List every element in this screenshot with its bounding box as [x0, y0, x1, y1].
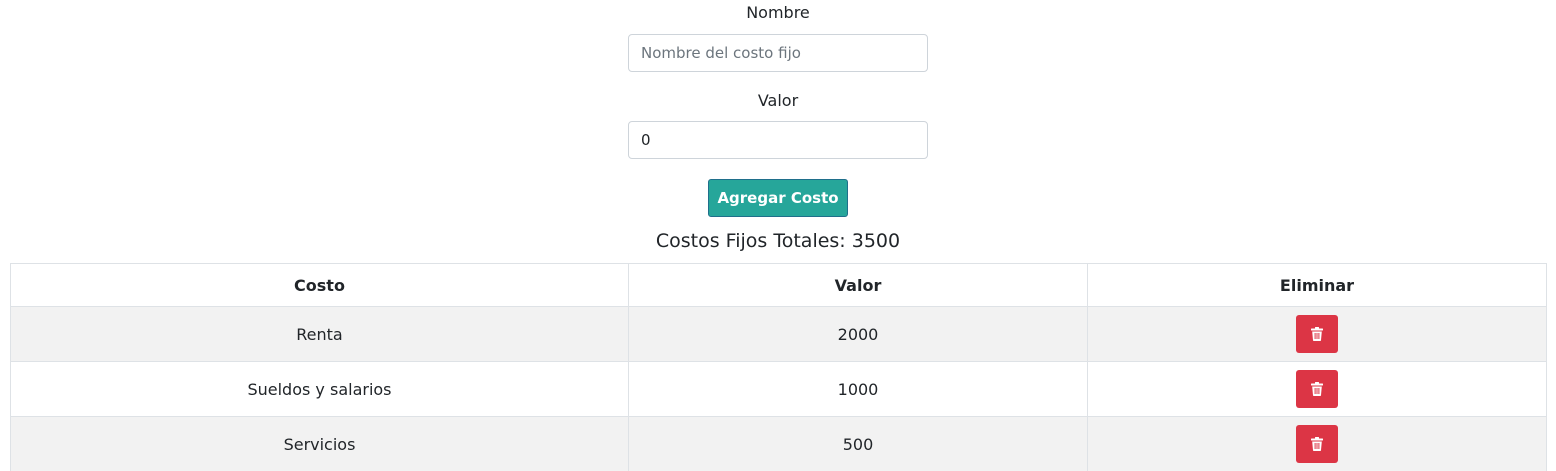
- table-row: Sueldos y salarios 1000: [10, 361, 1547, 417]
- column-header-valor: Valor: [628, 263, 1088, 307]
- cost-name-cell: Renta: [10, 306, 629, 362]
- delete-button[interactable]: [1296, 425, 1338, 463]
- table-row: Renta 2000: [10, 306, 1547, 362]
- cost-name-cell: Servicios: [10, 416, 629, 471]
- add-cost-button[interactable]: Agregar Costo: [708, 179, 848, 217]
- nombre-input[interactable]: [628, 34, 928, 72]
- trash-icon: [1311, 437, 1323, 451]
- valor-label: Valor: [757, 91, 799, 110]
- table-row: Servicios 500: [10, 416, 1547, 471]
- table-header-row: Costo Valor Eliminar: [10, 263, 1547, 307]
- trash-icon: [1311, 382, 1323, 396]
- column-header-costo: Costo: [10, 263, 629, 307]
- delete-button[interactable]: [1296, 370, 1338, 408]
- valor-input[interactable]: [628, 121, 928, 159]
- nombre-label: Nombre: [746, 3, 810, 22]
- delete-button[interactable]: [1296, 315, 1338, 353]
- cost-value-cell: 2000: [628, 306, 1088, 362]
- trash-icon: [1311, 327, 1323, 341]
- delete-cell: [1087, 416, 1547, 471]
- delete-cell: [1087, 361, 1547, 417]
- cost-value-cell: 1000: [628, 361, 1088, 417]
- costs-table: Costo Valor Eliminar Renta 2000 Sueldos …: [10, 263, 1547, 471]
- cost-value-cell: 500: [628, 416, 1088, 471]
- total-fixed-costs: Costos Fijos Totales: 3500: [655, 230, 901, 252]
- cost-name-cell: Sueldos y salarios: [10, 361, 629, 417]
- delete-cell: [1087, 306, 1547, 362]
- column-header-eliminar: Eliminar: [1087, 263, 1547, 307]
